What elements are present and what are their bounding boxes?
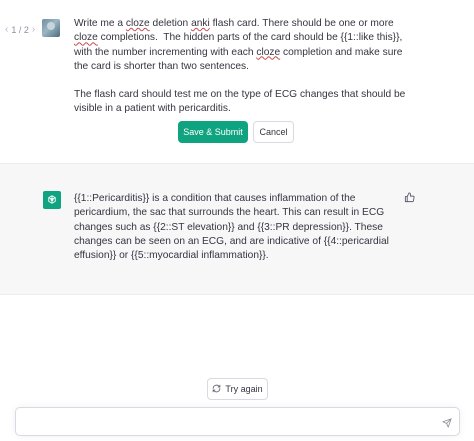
text-segment: Write me a (74, 18, 126, 29)
user-message-paragraph-1: Write me a cloze deletion anki flash car… (74, 17, 406, 74)
assistant-message-block: {{1::Pericarditis}} is a condition that … (0, 163, 474, 295)
try-again-button[interactable]: Try again (207, 378, 268, 400)
save-submit-button[interactable]: Save & Submit (178, 121, 248, 143)
try-again-label: Try again (225, 384, 263, 394)
user-avatar-icon (42, 19, 60, 37)
openai-logo-icon (43, 191, 61, 209)
send-icon[interactable] (441, 417, 452, 428)
text-segment: flash card. There should be one or more (209, 18, 397, 29)
cancel-button[interactable]: Cancel (253, 121, 294, 143)
user-message-paragraph-2: The flash card should test me on the typ… (74, 89, 409, 115)
message-pager: ‹ 1 / 2 › (5, 24, 35, 35)
misspelled-word: cloze (256, 46, 281, 58)
thumbs-up-icon[interactable] (403, 191, 415, 203)
user-message-editor[interactable]: Write me a cloze deletion anki flash car… (74, 17, 406, 117)
pager-prev-button[interactable]: ‹ (5, 24, 8, 35)
misspelled-word: anki (191, 18, 210, 29)
message-input[interactable] (24, 414, 434, 430)
pager-next-button[interactable]: › (32, 24, 35, 35)
pager-label: 1 / 2 (11, 24, 29, 35)
misspelled-word: cloze (74, 32, 98, 44)
text-segment: deletion (149, 18, 192, 29)
message-composer (15, 407, 460, 436)
misspelled-word: cloze (125, 18, 150, 29)
user-message-block: ‹ 1 / 2 › Write me a cloze deletion anki… (0, 0, 474, 163)
assistant-message-text: {{1::Pericarditis}} is a condition that … (74, 193, 389, 262)
refresh-icon (212, 384, 221, 395)
